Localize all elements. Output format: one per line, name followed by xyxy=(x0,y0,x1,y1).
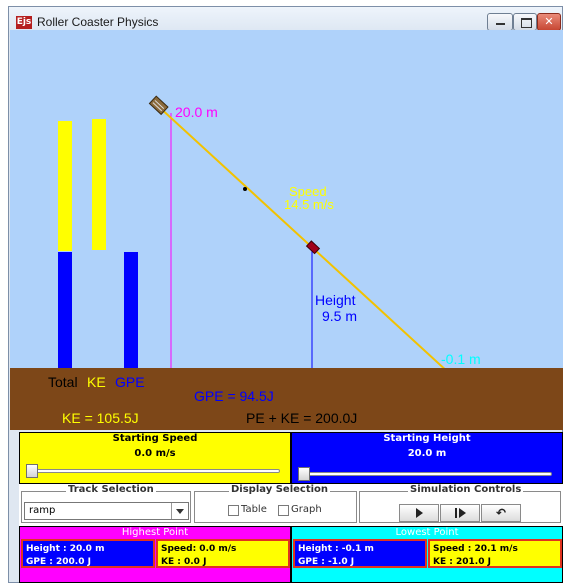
highest-speed: Speed: 0.0 m/s xyxy=(161,544,237,554)
highest-point-right-box: Speed: 0.0 m/s KE : 0.0 J xyxy=(156,539,290,568)
starting-height-slider-thumb[interactable] xyxy=(298,467,310,481)
starting-height-title: Starting Height xyxy=(383,433,471,444)
graph-label: Graph xyxy=(291,504,322,515)
dropdown-arrow-button[interactable] xyxy=(171,503,188,519)
highest-point-title: Highest Point xyxy=(121,527,189,538)
total-energy-readout: PE + KE = 200.0J xyxy=(246,410,358,426)
gpe-legend: GPE xyxy=(115,374,145,390)
lowest-point-left-box: Height : -0.1 m GPE : -1.0 J xyxy=(293,539,427,568)
lowest-point-right-box: Speed : 20.1 m/s KE : 201.0 J xyxy=(428,539,562,568)
lowest-speed: Speed : 20.1 m/s xyxy=(433,544,518,554)
speed-value: 14.5 m/s xyxy=(284,197,334,212)
total-label: Total xyxy=(48,374,78,390)
gpe-bar xyxy=(124,252,138,368)
lowest-height: Height : -0.1 m xyxy=(298,544,374,554)
track-selection-group: Track Selection ramp xyxy=(21,484,191,523)
minimize-button[interactable] xyxy=(487,13,513,31)
lowest-point-title: Lowest Point xyxy=(395,527,459,538)
highest-ke: KE : 0.0 J xyxy=(161,557,207,567)
total-ke-bar xyxy=(58,121,72,251)
play-icon xyxy=(416,508,423,518)
starting-height-panel: Starting Height 20.0 m xyxy=(291,432,563,484)
starting-height-slider-track[interactable] xyxy=(300,472,552,476)
starting-speed-title: Starting Speed xyxy=(20,433,290,444)
maximize-icon xyxy=(521,18,532,28)
ke-legend: KE xyxy=(87,374,106,390)
starting-speed-slider-thumb[interactable] xyxy=(26,464,38,478)
graph-checkbox[interactable] xyxy=(278,505,289,516)
start-height-label: 20.0 m xyxy=(175,104,218,120)
highest-gpe: GPE : 200.0 J xyxy=(26,557,91,567)
starting-speed-title-text: Starting Speed xyxy=(112,433,198,444)
starting-speed-panel: Starting Speed 0.0 m/s xyxy=(19,432,291,484)
highest-height: Height : 20.0 m xyxy=(26,544,105,554)
play-button[interactable] xyxy=(399,504,439,522)
table-label: Table xyxy=(241,504,267,515)
starting-height-value: 20.0 m xyxy=(407,448,447,459)
display-selection-group: Display Selection Table Graph xyxy=(194,484,357,523)
reset-icon: ↶ xyxy=(495,506,507,520)
height-label: Height xyxy=(315,292,356,308)
step-icon xyxy=(455,508,457,518)
maximize-button[interactable] xyxy=(513,13,537,31)
ke-bar xyxy=(92,119,106,250)
table-checkbox[interactable] xyxy=(228,505,239,516)
lowest-gpe: GPE : -1.0 J xyxy=(298,557,355,567)
starting-speed-value: 0.0 m/s xyxy=(134,448,176,459)
close-button[interactable]: ✕ xyxy=(537,13,561,31)
highest-point-panel: Highest Point Height : 20.0 m GPE : 200.… xyxy=(19,526,291,583)
lowest-point-panel: Lowest Point Height : -0.1 m GPE : -1.0 … xyxy=(291,526,563,583)
simulation-canvas[interactable]: 20.0 m -0.1 m Speed 14.5 m/s Height 9.5 … xyxy=(10,30,563,368)
highest-point-left-box: Height : 20.0 m GPE : 200.0 J xyxy=(21,539,155,568)
step-arrow xyxy=(459,508,466,518)
simulation-controls-group: Simulation Controls ↶ xyxy=(359,484,561,523)
end-height-label: -0.1 m xyxy=(441,351,481,367)
chevron-down-icon xyxy=(176,509,184,514)
gpe-readout: GPE = 94.5J xyxy=(194,388,274,404)
close-icon: ✕ xyxy=(544,15,554,28)
display-selection-title: Display Selection xyxy=(229,484,331,495)
height-value: 9.5 m xyxy=(322,308,358,324)
selection-row: Track Selection ramp Display Selection T… xyxy=(19,484,563,526)
track-selection-dropdown[interactable]: ramp xyxy=(24,502,189,520)
starting-speed-slider-track[interactable] xyxy=(28,469,280,473)
simulation-controls-title: Simulation Controls xyxy=(408,484,524,495)
reset-button[interactable]: ↶ xyxy=(481,504,521,522)
ground: Total KE GPE GPE = 94.5J KE = 105.5J PE … xyxy=(10,368,563,430)
step-button[interactable] xyxy=(440,504,480,522)
track-midpoint xyxy=(243,187,247,191)
track-selection-title: Track Selection xyxy=(66,484,156,495)
track-selection-value: ramp xyxy=(29,505,56,516)
minimize-icon xyxy=(496,23,505,25)
app-icon: Ejs xyxy=(16,16,32,29)
ke-readout: KE = 105.5J xyxy=(62,410,139,426)
window-title: Roller Coaster Physics xyxy=(37,15,159,29)
total-gpe-bar xyxy=(58,252,72,368)
lowest-ke: KE : 201.0 J xyxy=(433,557,491,567)
ramp-track xyxy=(157,105,446,368)
